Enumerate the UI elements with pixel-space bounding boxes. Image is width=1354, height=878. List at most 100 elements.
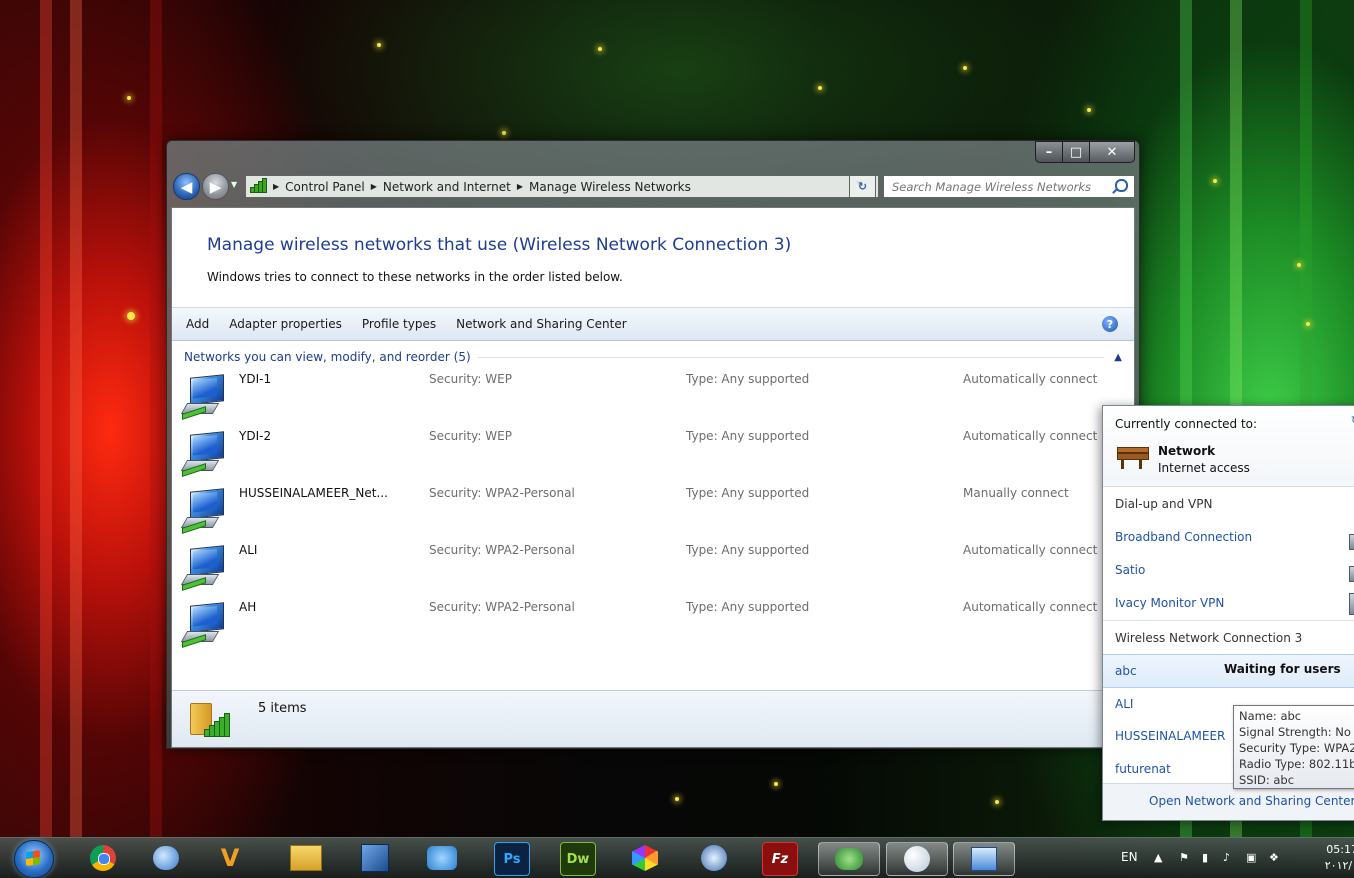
network-connect-mode: Automatically connect xyxy=(963,372,1098,386)
page-subtitle: Windows tries to connect to these networ… xyxy=(207,270,623,284)
address-bar[interactable]: ▶ Control Panel ▶ Network and Internet ▶… xyxy=(245,175,879,198)
add-button[interactable]: Add xyxy=(186,317,209,331)
maximize-button[interactable]: □ xyxy=(1063,141,1090,163)
breadcrumb-separator[interactable]: ▶ xyxy=(517,182,523,191)
network-name: ALI xyxy=(239,543,258,557)
network-signal-icon xyxy=(249,177,267,194)
current-connection-section: Currently connected to: ↻ Network Intern… xyxy=(1103,406,1354,487)
group-header-divider xyxy=(476,356,1105,358)
breadcrumb-separator[interactable]: ▶ xyxy=(371,182,377,191)
back-arrow-icon[interactable]: ◀ xyxy=(173,173,200,200)
window-controls: – □ ✕ xyxy=(1035,141,1135,163)
network-list: YDI-1 Security: WEP Type: Any supported … xyxy=(172,368,1134,653)
minimize-button[interactable]: – xyxy=(1035,141,1063,163)
network-type: Type: Any supported xyxy=(686,543,810,557)
adapter-properties-button[interactable]: Adapter properties xyxy=(229,317,342,331)
windows-app-icon[interactable] xyxy=(358,842,392,874)
chrome-icon[interactable] xyxy=(86,842,120,874)
network-tray-icon[interactable]: ▣ xyxy=(1246,851,1258,864)
search-icon[interactable] xyxy=(1115,179,1128,192)
wifi-item-ali[interactable]: ALI xyxy=(1115,697,1133,711)
help-icon[interactable]: ? xyxy=(1102,316,1118,332)
wifi-item-abc[interactable]: abc xyxy=(1115,664,1137,678)
wifi-item-futurenat[interactable]: futurenat xyxy=(1115,762,1171,776)
network-connect-mode: Automatically connect xyxy=(963,543,1098,557)
broadband-connection-link[interactable]: Broadband Connection xyxy=(1115,530,1252,544)
wifi-item-husseinalameer[interactable]: HUSSEINALAMEER xyxy=(1115,729,1225,743)
network-row[interactable]: AH Security: WPA2-Personal Type: Any sup… xyxy=(172,596,1134,653)
vpn-app-icon[interactable] xyxy=(697,842,731,874)
network-row[interactable]: HUSSEINALAMEER_Net... Security: WPA2-Per… xyxy=(172,482,1134,539)
breadcrumb-manage-wireless-networks[interactable]: Manage Wireless Networks xyxy=(529,180,691,194)
dropbox-icon[interactable]: ❖ xyxy=(1269,851,1281,864)
breadcrumb-control-panel[interactable]: Control Panel xyxy=(285,180,365,194)
language-indicator[interactable]: EN xyxy=(1121,850,1138,864)
network-group-header[interactable]: Networks you can view, modify, and reord… xyxy=(184,350,1122,364)
navigation-bar: ◀ ▶ ▼ ▶ Control Panel ▶ Network and Inte… xyxy=(171,170,1135,200)
color-app-icon[interactable] xyxy=(628,842,662,874)
network-row[interactable]: YDI-2 Security: WEP Type: Any supported … xyxy=(172,425,1134,482)
connected-network-status: Internet access xyxy=(1158,461,1250,475)
search-box[interactable] xyxy=(883,175,1135,198)
wireless-computer-icon xyxy=(180,602,230,648)
network-connect-mode: Automatically connect xyxy=(963,600,1098,614)
command-bar: Add Adapter properties Profile types Net… xyxy=(172,307,1134,341)
wireless-computer-icon xyxy=(180,488,230,534)
recent-pages-dropdown[interactable]: ▼ xyxy=(231,180,239,189)
control-panel-icon[interactable] xyxy=(953,842,1015,876)
filezilla-icon[interactable]: Fz xyxy=(762,842,798,876)
network-name: AH xyxy=(239,600,257,614)
network-type: Type: Any supported xyxy=(686,600,810,614)
flag-icon[interactable]: ⚑ xyxy=(1179,851,1191,864)
satio-link[interactable]: Satio xyxy=(1115,563,1145,577)
network-security: Security: WPA2-Personal xyxy=(429,600,575,614)
wireless-connection-header[interactable]: Wireless Network Connection 3 xyxy=(1115,631,1302,645)
network-tooltip: Name: abc Signal Strength: No Security T… xyxy=(1233,705,1354,789)
network-app-icon[interactable] xyxy=(425,842,459,874)
chevron-up-icon[interactable]: ▲ xyxy=(1114,352,1122,363)
manage-wireless-networks-window: – □ ✕ ◀ ▶ ▼ ▶ Control Panel ▶ Network an… xyxy=(166,140,1140,749)
messenger-icon[interactable] xyxy=(818,842,880,876)
photoshop-icon[interactable]: Ps xyxy=(494,842,530,876)
profile-types-button[interactable]: Profile types xyxy=(362,317,436,331)
network-type: Type: Any supported xyxy=(686,372,810,386)
network-type: Type: Any supported xyxy=(686,429,810,443)
dreamweaver-icon[interactable]: Dw xyxy=(560,842,596,876)
close-button[interactable]: ✕ xyxy=(1090,141,1135,163)
network-row[interactable]: ALI Security: WPA2-Personal Type: Any su… xyxy=(172,539,1134,596)
clock-date: ٢٠١٢/٠ xyxy=(1324,859,1354,872)
refresh-icon[interactable]: ↻ xyxy=(849,175,876,198)
open-sharing-center-link[interactable]: Open Network and Sharing Center xyxy=(1149,794,1354,808)
vpn-icon xyxy=(1349,593,1354,615)
network-security: Security: WPA2-Personal xyxy=(429,486,575,500)
page-title: Manage wireless networks that use (Wirel… xyxy=(207,235,792,255)
network-row[interactable]: YDI-1 Security: WEP Type: Any supported … xyxy=(172,368,1134,425)
vivaldi-icon[interactable]: V xyxy=(213,842,247,874)
forward-arrow-icon[interactable]: ▶ xyxy=(202,173,229,200)
breadcrumb-network-and-internet[interactable]: Network and Internet xyxy=(383,180,511,194)
network-type: Type: Any supported xyxy=(686,486,810,500)
flyout-divider xyxy=(1103,620,1354,621)
show-hidden-icons-icon[interactable]: ▲ xyxy=(1154,851,1166,864)
paint-icon[interactable] xyxy=(886,842,948,876)
bench-network-icon xyxy=(1117,447,1149,469)
search-input[interactable] xyxy=(890,178,1114,195)
network-security: Security: WEP xyxy=(429,429,512,443)
tooltip-ssid: SSID: abc xyxy=(1239,773,1295,787)
breadcrumb-separator[interactable]: ▶ xyxy=(273,182,279,191)
ivacy-vpn-link[interactable]: Ivacy Monitor VPN xyxy=(1115,596,1224,610)
network-name: YDI-2 xyxy=(239,429,272,443)
clock[interactable]: 05:17 ٢٠١٢/٠ xyxy=(1325,842,1354,874)
connected-network-name: Network xyxy=(1158,444,1216,458)
currently-connected-label: Currently connected to: xyxy=(1115,417,1258,431)
item-count: 5 items xyxy=(258,701,307,716)
dialup-vpn-header[interactable]: Dial-up and VPN xyxy=(1115,497,1212,511)
clock-time: 05:17 xyxy=(1326,843,1354,856)
battery-icon[interactable]: ▮ xyxy=(1202,851,1214,864)
file-explorer-icon[interactable] xyxy=(289,842,323,874)
tooltip-radio: Radio Type: 802.11b xyxy=(1239,757,1354,771)
network-and-sharing-center-button[interactable]: Network and Sharing Center xyxy=(456,317,627,331)
windows-logo-icon[interactable] xyxy=(14,840,54,878)
mail-client-icon[interactable] xyxy=(149,842,183,874)
volume-icon[interactable]: ♪ xyxy=(1223,851,1235,864)
